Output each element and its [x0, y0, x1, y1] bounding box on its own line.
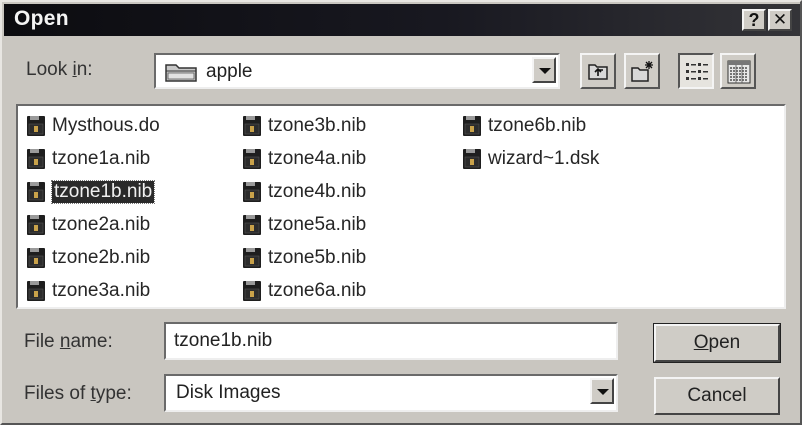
help-button[interactable]: ?	[742, 9, 766, 31]
disk-image-icon	[242, 214, 262, 236]
up-one-level-button[interactable]	[580, 53, 616, 89]
disk-image-icon	[26, 148, 46, 170]
disk-image-icon	[26, 181, 46, 203]
file-name: tzone5b.nib	[268, 247, 367, 268]
new-folder-icon	[630, 59, 656, 90]
file-name: tzone5a.nib	[268, 214, 367, 235]
disk-image-icon	[242, 280, 262, 302]
disk-image-icon	[26, 247, 46, 269]
file-name: tzone6b.nib	[488, 115, 587, 136]
file-item[interactable]: tzone4b.nib	[242, 178, 366, 206]
file-name: tzone2a.nib	[52, 214, 151, 235]
file-item[interactable]: wizard~1.dsk	[462, 145, 599, 173]
file-item[interactable]: tzone6b.nib	[462, 112, 586, 140]
disk-image-icon	[242, 181, 262, 203]
file-type-dropdown-button[interactable]	[590, 378, 614, 404]
file-name: wizard~1.dsk	[488, 148, 600, 169]
file-name: Mysthous.do	[52, 115, 160, 136]
file-type-label: Files of type:	[24, 383, 132, 404]
file-type-dropdown[interactable]: Disk Images	[164, 374, 618, 412]
list-view-button[interactable]	[678, 53, 714, 89]
file-item[interactable]: tzone3a.nib	[26, 277, 150, 305]
file-name-label: File name:	[24, 331, 113, 352]
up-one-level-icon	[587, 60, 609, 87]
details-view-icon	[727, 60, 751, 89]
file-item[interactable]: tzone6a.nib	[242, 277, 366, 305]
file-name: tzone3a.nib	[52, 280, 151, 301]
open-button[interactable]: Open	[653, 323, 781, 363]
file-item[interactable]: tzone3b.nib	[242, 112, 366, 140]
disk-image-icon	[242, 115, 262, 137]
file-name: tzone3b.nib	[268, 115, 367, 136]
disk-image-icon	[462, 148, 482, 170]
disk-image-icon	[26, 280, 46, 302]
file-name: tzone1a.nib	[52, 148, 151, 169]
file-list[interactable]: Mysthous.do tzone1a.nib tzone1b.nib tzone2a…	[16, 104, 786, 309]
look-in-label: Look in:	[26, 59, 93, 80]
disk-image-icon	[242, 148, 262, 170]
close-button[interactable]: ✕	[768, 9, 792, 31]
file-name: tzone1b.nib	[50, 180, 156, 204]
file-item[interactable]: tzone5a.nib	[242, 211, 366, 239]
look-in-value: apple	[206, 61, 253, 82]
look-in-dropdown-button[interactable]	[532, 57, 556, 83]
file-item[interactable]: tzone1b.nib	[26, 178, 156, 206]
list-view-icon	[685, 61, 709, 88]
file-name: tzone4a.nib	[268, 148, 367, 169]
file-item[interactable]: Mysthous.do	[26, 112, 160, 140]
file-item[interactable]: tzone2b.nib	[26, 244, 150, 272]
open-dialog: Open ? ✕ Look in: apple Mysthous.do tzon…	[0, 0, 802, 425]
file-item[interactable]: tzone5b.nib	[242, 244, 366, 272]
file-type-value: Disk Images	[176, 382, 281, 403]
file-name: tzone2b.nib	[52, 247, 151, 268]
file-item[interactable]: tzone2a.nib	[26, 211, 150, 239]
new-folder-button[interactable]	[624, 53, 660, 89]
window-title: Open	[14, 7, 69, 30]
cancel-button[interactable]: Cancel	[654, 377, 780, 415]
file-item[interactable]: tzone4a.nib	[242, 145, 366, 173]
disk-image-icon	[462, 115, 482, 137]
file-name: tzone6a.nib	[268, 280, 367, 301]
file-name: tzone4b.nib	[268, 181, 367, 202]
disk-image-icon	[242, 247, 262, 269]
details-view-button[interactable]	[720, 53, 756, 89]
disk-image-icon	[26, 115, 46, 137]
file-item[interactable]: tzone1a.nib	[26, 145, 150, 173]
look-in-dropdown[interactable]: apple	[154, 53, 560, 89]
title-bar[interactable]: Open ? ✕	[4, 4, 800, 36]
disk-image-icon	[26, 214, 46, 236]
file-name-input[interactable]	[164, 322, 618, 360]
folder-icon	[164, 61, 198, 88]
